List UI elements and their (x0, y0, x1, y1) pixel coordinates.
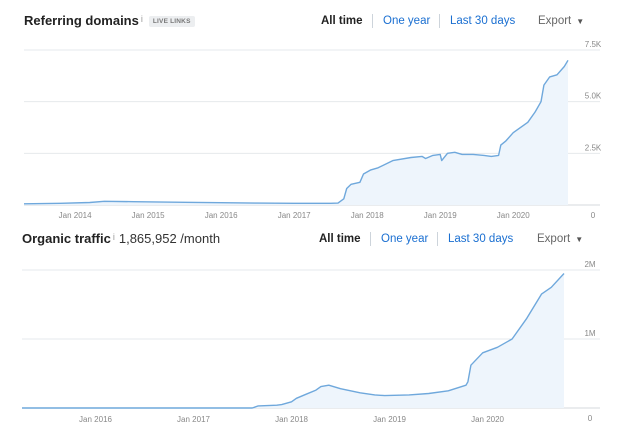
x-tick-label: Jan 2019 (373, 415, 406, 424)
y-tick-label: 1M (584, 329, 595, 338)
x-tick-label: Jan 2018 (275, 415, 308, 424)
y-tick-label: 2M (584, 260, 595, 269)
x-tick-label: Jan 2020 (471, 415, 504, 424)
x-tick-label: Jan 2017 (177, 415, 210, 424)
x-tick-label: Jan 2016 (79, 415, 112, 424)
series-area (22, 273, 564, 408)
y-tick-label: 0 (588, 414, 593, 423)
organic-traffic-panel: Organic traffic i 1,865,952 /month All tim… (0, 0, 620, 434)
organic-traffic-chart: 0 1M 2M Jan 2016 Jan 2017 Jan 2018 Jan 2019 Jan… (22, 260, 600, 424)
